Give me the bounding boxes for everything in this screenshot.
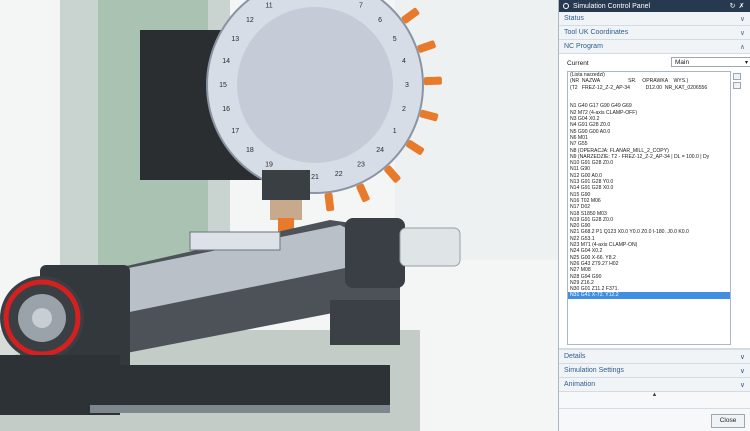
turret-number: 24 [376, 147, 384, 154]
section-details-label: Details [564, 353, 586, 360]
chevron-down-icon: ∨ [739, 15, 745, 23]
turret-number: 23 [357, 162, 365, 169]
background-right [395, 0, 558, 260]
panel-footer: Close [559, 408, 750, 431]
chevron-up-icon: ∧ [739, 43, 745, 51]
section-simulation-settings[interactable]: Simulation Settings ∨ [559, 363, 750, 377]
nc-line-current[interactable]: N31 G41 X-72. Y12.2 [568, 292, 730, 299]
nc-side-tools [733, 73, 745, 91]
turret-number: 19 [265, 162, 273, 169]
section-animation-label: Animation [564, 381, 596, 388]
turret-number: 11 [265, 2, 272, 9]
nc-line[interactable]: (T2 FREZ-12_Z-2_AP-34 D12.00 NR_KAT_0206… [568, 85, 730, 91]
chevron-down-icon: ∨ [739, 353, 745, 361]
section-animation[interactable]: Animation ∨ [559, 377, 750, 391]
chevron-down-icon: ∨ [739, 367, 745, 375]
turret-number: 17 [231, 128, 239, 135]
tailstock-cylinder [399, 227, 461, 267]
collapse-up-button[interactable]: ▲ [559, 391, 750, 401]
nc-code-listing[interactable]: (Lista narzedzi) (NR NAZWA SR. OPRAWKA WY… [567, 71, 731, 345]
nc-tool-button-2[interactable] [733, 82, 741, 89]
turret-number: 4 [402, 58, 406, 65]
current-label: Current [567, 59, 589, 67]
current-program-select[interactable]: Main ▾ [671, 57, 750, 67]
machine-scene: 131211109876543212423222120191817161514 [0, 0, 558, 431]
panel-title: Simulation Control Panel [573, 2, 651, 10]
machine-3d-viewport[interactable]: 131211109876543212423222120191817161514 [0, 0, 558, 431]
turret-number: 2 [402, 106, 406, 113]
section-tool-coordinates[interactable]: Tool UK Coordinates ∨ [559, 26, 750, 40]
fixture-top [189, 231, 281, 251]
turret-number: 18 [246, 147, 254, 154]
base-rail [90, 405, 390, 413]
turret-number: 13 [231, 36, 239, 43]
turret-number: 7 [359, 2, 363, 9]
section-simulation-settings-label: Simulation Settings [564, 367, 624, 374]
spindle-holder [270, 200, 302, 220]
nc-tool-button-1[interactable] [733, 73, 741, 80]
section-status[interactable]: Status ∨ [559, 12, 750, 26]
reset-icon[interactable]: ↻ [728, 2, 737, 10]
spindle-head [262, 170, 310, 200]
current-program-row: Current Main ▾ [567, 57, 750, 69]
turret-number: 21 [311, 174, 319, 181]
section-nc-program[interactable]: NC Program ∧ [559, 40, 750, 54]
turret-number: 6 [378, 17, 382, 24]
turret-number: 15 [219, 82, 227, 89]
chevron-down-icon: ∨ [739, 29, 745, 37]
chevron-down-icon: ∨ [739, 381, 745, 389]
turret-number: 5 [393, 36, 397, 43]
section-tool-coordinates-label: Tool UK Coordinates [564, 29, 629, 36]
turret-tool-holder [423, 76, 442, 86]
turret-number: 16 [222, 106, 230, 113]
simulation-control-panel: Simulation Control Panel ↻ ✗ Status ∨ To… [558, 0, 750, 431]
section-details[interactable]: Details ∨ [559, 349, 750, 363]
tailstock [345, 218, 405, 288]
panel-titlebar: Simulation Control Panel ↻ ✗ [559, 0, 750, 12]
turret-number: 3 [405, 82, 409, 89]
turret-number: 12 [246, 17, 254, 24]
turret-number: 14 [222, 58, 230, 65]
section-status-label: Status [564, 15, 584, 22]
turret-number: 22 [335, 171, 343, 178]
close-icon[interactable]: ✗ [737, 2, 746, 10]
nc-program-content: Current Main ▾ (Lista narzedzi) (NR NAZWA… [559, 54, 750, 349]
dropdown-arrow-icon: ▾ [744, 60, 748, 66]
panel-settings-icon [563, 3, 569, 9]
turret-number: 1 [393, 128, 397, 135]
turret-tool-holder [324, 192, 335, 212]
tailstock-base [330, 300, 400, 345]
base-block-front [90, 365, 390, 405]
close-button[interactable]: Close [711, 414, 745, 428]
current-program-value: Main [675, 59, 690, 66]
turret-tool-holder [356, 183, 370, 203]
section-nc-program-label: NC Program [564, 43, 603, 50]
